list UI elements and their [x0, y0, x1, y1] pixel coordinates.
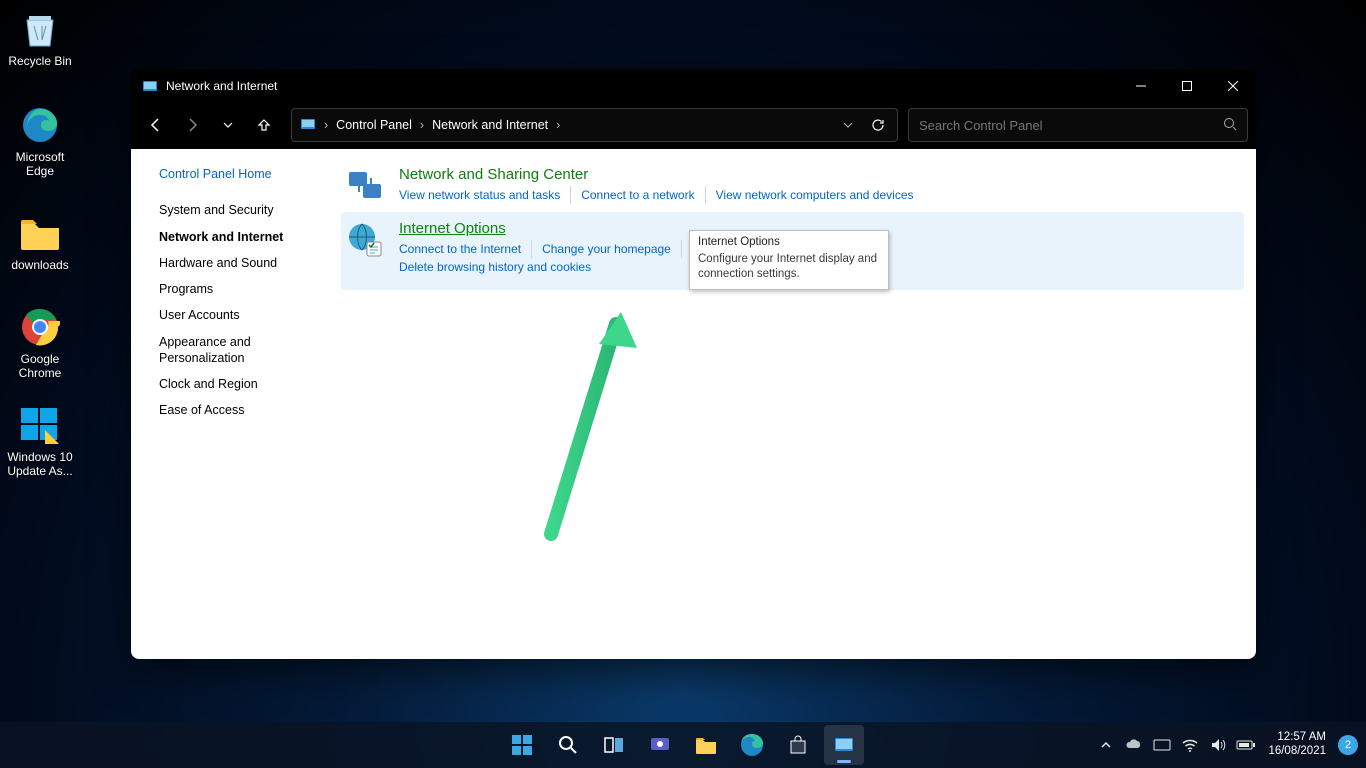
control-panel-home-link[interactable]: Control Panel Home [159, 166, 341, 182]
search-input[interactable] [919, 118, 1223, 133]
minimize-button[interactable] [1118, 69, 1164, 102]
start-button[interactable] [502, 725, 542, 765]
battery-icon[interactable] [1236, 730, 1256, 760]
content-area: Control Panel Home System and Security N… [131, 148, 1256, 659]
chevron-right-icon[interactable]: › [322, 118, 330, 132]
chevron-right-icon[interactable]: › [554, 118, 562, 132]
windows-update-icon [19, 404, 61, 446]
wifi-icon[interactable] [1180, 730, 1200, 760]
link-delete-browsing-history[interactable]: Delete browsing history and cookies [399, 258, 601, 276]
tooltip-body: Configure your Internet display and conn… [698, 253, 877, 281]
link-view-network-status[interactable]: View network status and tasks [399, 186, 571, 204]
desktop-icon-label: Microsoft Edge [2, 150, 78, 179]
desktop-icon-label: Windows 10 Update As... [2, 450, 78, 479]
breadcrumb-network-internet[interactable]: Network and Internet [432, 118, 548, 132]
tooltip: Internet Options Configure your Internet… [689, 230, 889, 290]
notification-badge[interactable]: 2 [1338, 735, 1358, 755]
category-title-link[interactable]: Network and Sharing Center [399, 166, 924, 183]
task-view-button[interactable] [594, 725, 634, 765]
link-connect-to-network[interactable]: Connect to a network [571, 186, 705, 204]
clock[interactable]: 12:57 AM 16/08/2021 [1264, 731, 1330, 759]
close-button[interactable] [1210, 69, 1256, 102]
chevron-right-icon[interactable]: › [418, 118, 426, 132]
sidebar-item-system-security[interactable]: System and Security [159, 202, 341, 218]
address-history-button[interactable] [833, 108, 863, 142]
annotation-arrow [541, 304, 761, 544]
breadcrumb-control-panel[interactable]: Control Panel [336, 118, 412, 132]
desktop-icon-downloads[interactable]: downloads [2, 212, 78, 272]
link-view-network-computers[interactable]: View network computers and devices [706, 186, 924, 204]
link-change-homepage[interactable]: Change your homepage [532, 240, 682, 258]
window-title: Network and Internet [166, 79, 277, 93]
sidebar-item-hardware-sound[interactable]: Hardware and Sound [159, 255, 341, 271]
search-button[interactable] [548, 725, 588, 765]
category-network-sharing: Network and Sharing Center View network … [341, 160, 1244, 212]
desktop-icon-chrome[interactable]: Google Chrome [2, 306, 78, 381]
network-sharing-icon [345, 166, 385, 206]
search-box[interactable] [908, 108, 1248, 142]
tooltip-title: Internet Options [698, 235, 880, 251]
system-tray: 12:57 AM 16/08/2021 2 [1096, 722, 1366, 768]
edge-icon [19, 104, 61, 146]
file-explorer-button[interactable] [686, 725, 726, 765]
control-panel-icon [142, 78, 158, 94]
taskbar[interactable]: 12:57 AM 16/08/2021 2 [0, 722, 1366, 768]
desktop-icon-update-assistant[interactable]: Windows 10 Update As... [2, 404, 78, 479]
chrome-icon [19, 306, 61, 348]
chat-button[interactable] [640, 725, 680, 765]
recycle-bin-icon [19, 8, 61, 50]
address-bar[interactable]: › Control Panel › Network and Internet › [291, 108, 898, 142]
sidebar-item-appearance[interactable]: Appearance and Personalization [159, 334, 299, 367]
navigation-row: › Control Panel › Network and Internet › [131, 102, 1256, 148]
maximize-button[interactable] [1164, 69, 1210, 102]
side-panel: Control Panel Home System and Security N… [131, 148, 341, 659]
search-icon[interactable] [1223, 117, 1237, 134]
tray-overflow-button[interactable] [1096, 730, 1116, 760]
main-column: Network and Sharing Center View network … [341, 148, 1256, 659]
volume-icon[interactable] [1208, 730, 1228, 760]
back-button[interactable] [139, 108, 173, 142]
onedrive-icon[interactable] [1124, 730, 1144, 760]
desktop-icon-label: Google Chrome [2, 352, 78, 381]
control-panel-taskbar-button[interactable] [824, 725, 864, 765]
control-panel-glyph-icon [300, 116, 316, 135]
sidebar-item-user-accounts[interactable]: User Accounts [159, 307, 341, 323]
refresh-button[interactable] [863, 108, 893, 142]
edge-taskbar-button[interactable] [732, 725, 772, 765]
desktop-icon-label: Recycle Bin [2, 54, 78, 68]
desktop-icon-edge[interactable]: Microsoft Edge [2, 104, 78, 179]
date-text: 16/08/2021 [1268, 745, 1326, 759]
up-button[interactable] [247, 108, 281, 142]
sidebar-item-clock-region[interactable]: Clock and Region [159, 376, 341, 392]
store-button[interactable] [778, 725, 818, 765]
folder-icon [19, 212, 61, 254]
link-connect-to-internet[interactable]: Connect to the Internet [399, 240, 532, 258]
desktop-icon-recycle-bin[interactable]: Recycle Bin [2, 8, 78, 68]
keyboard-icon[interactable] [1152, 730, 1172, 760]
sidebar-item-programs[interactable]: Programs [159, 281, 341, 297]
sidebar-item-network-internet[interactable]: Network and Internet [159, 229, 341, 245]
sidebar-item-ease-of-access[interactable]: Ease of Access [159, 402, 341, 418]
time-text: 12:57 AM [1268, 731, 1326, 745]
taskbar-center [502, 722, 864, 768]
control-panel-window: Network and Internet › Control Panel › N… [131, 69, 1256, 659]
internet-options-icon [345, 220, 385, 260]
recent-locations-button[interactable] [211, 108, 245, 142]
forward-button[interactable] [175, 108, 209, 142]
desktop-icon-label: downloads [2, 258, 78, 272]
titlebar[interactable]: Network and Internet [131, 69, 1256, 102]
